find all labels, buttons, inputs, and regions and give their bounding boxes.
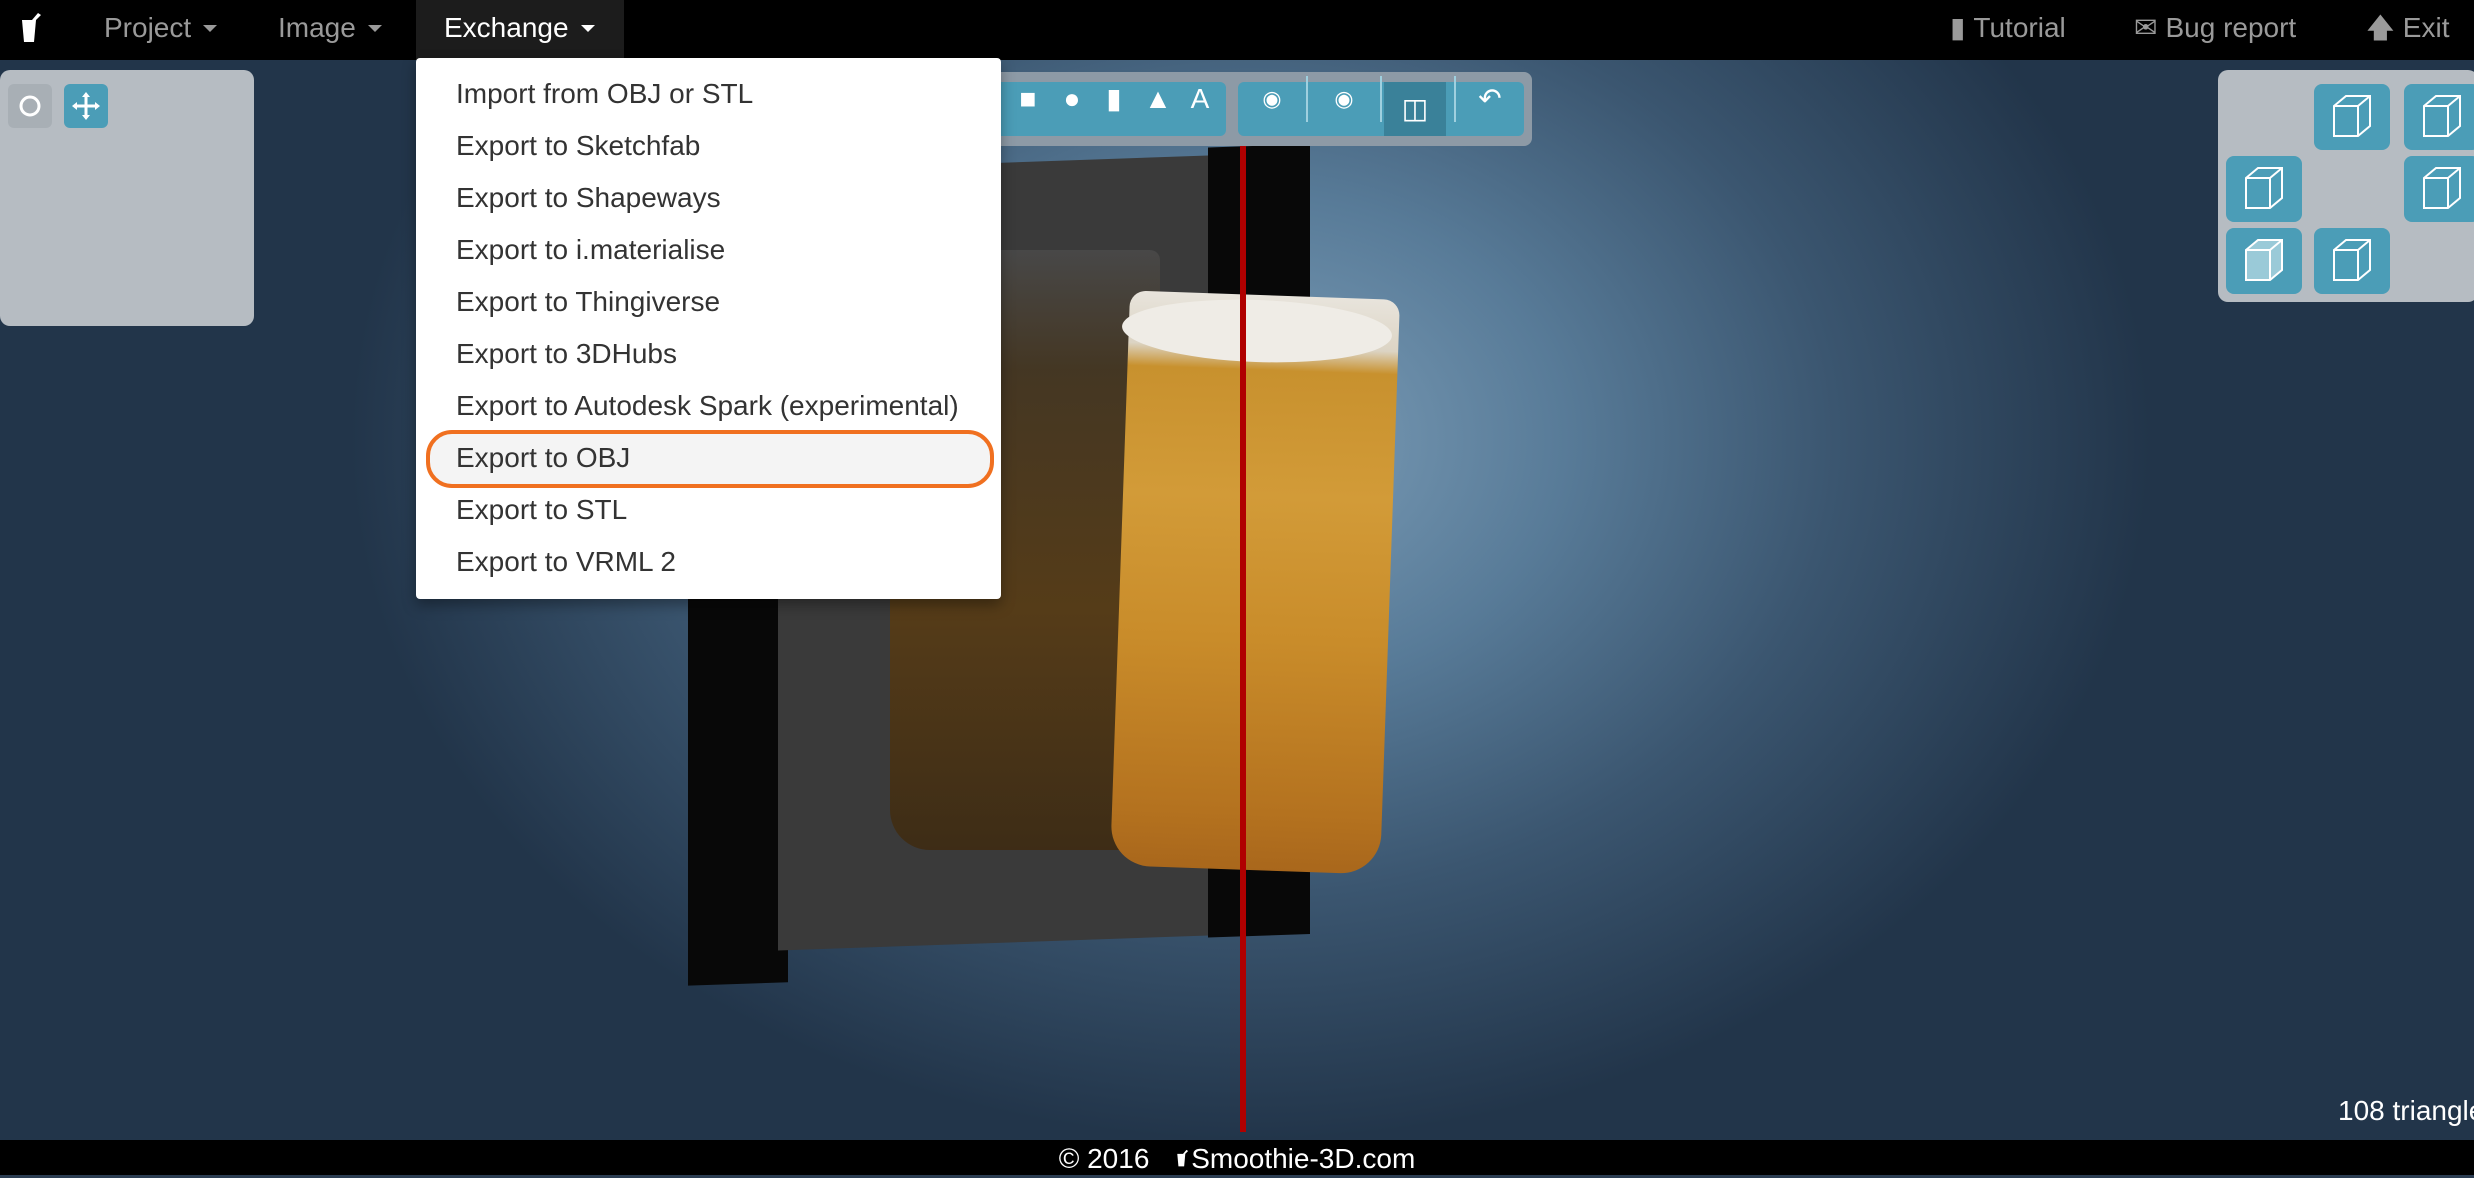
chevron-down-icon (203, 25, 218, 32)
menu-image-label: Image (278, 12, 356, 43)
tutorial-label: Tutorial (1973, 12, 2066, 43)
blob-tool[interactable]: ◉ (1252, 82, 1292, 116)
beer-glass-model[interactable] (1110, 290, 1400, 875)
view-left-button[interactable] (2226, 156, 2302, 222)
smoothie-cup-icon (1177, 1149, 1189, 1167)
rectangle-icon: ■ (1019, 83, 1037, 114)
triangle-count: 108 triangles (2338, 1095, 2474, 1126)
menu-exchange-label: Exchange (444, 12, 569, 43)
menu-item-export-obj[interactable]: Export to OBJ (456, 432, 630, 484)
rotate-tool[interactable]: ↶ (1470, 82, 1510, 116)
text-tool-label: A (1190, 83, 1210, 114)
cylinder-icon: ▮ (1106, 83, 1122, 114)
toolbar-divider (1454, 76, 1456, 122)
cube-corner-icon (2423, 95, 2461, 137)
symmetry-axis-line[interactable] (1240, 72, 1246, 1132)
mirror-icon: ◫ (1401, 93, 1429, 124)
view-top-right-button[interactable] (2404, 84, 2474, 150)
menu-exchange[interactable]: Exchange (416, 0, 624, 60)
cylinder-tool[interactable]: ▮ (1094, 82, 1134, 116)
cube-top-icon (2333, 95, 2371, 137)
footer-copyright: © 2016 (1058, 1143, 1150, 1174)
move-tool-button[interactable] (64, 84, 108, 128)
cube-bottom-icon (2333, 239, 2371, 281)
chevron-down-icon (367, 25, 382, 32)
menu-item-export-shapeways[interactable]: Export to Shapeways (456, 172, 721, 224)
arrow-up-icon: 🡅 (2366, 12, 2395, 43)
toolbar-divider (1380, 76, 1382, 122)
shape-toolbar: ■ ● ▮ ▲ A ◉ ◉ ◫ ↶ (970, 72, 1532, 146)
text-tool[interactable]: A (1180, 82, 1220, 116)
bug-report-label: Bug report (2165, 12, 2297, 43)
menu-image[interactable]: Image (256, 0, 404, 60)
bug-report-link[interactable]: ✉ Bug report (2134, 0, 2296, 60)
menu-item-export-stl[interactable]: Export to STL (456, 484, 627, 536)
view-cube-panel (2218, 70, 2474, 302)
blob-icon: ◉ (1262, 86, 1282, 111)
toolbar-divider (1306, 76, 1308, 122)
rectangle-tool[interactable]: ■ (1008, 82, 1048, 116)
view-right-button[interactable] (2404, 156, 2474, 222)
footer: © 2016 Smoothie-3D.com (0, 1140, 2474, 1175)
triangle-icon: ▲ (1144, 83, 1172, 114)
cube-left-icon (2245, 167, 2283, 209)
circle-tool[interactable]: ● (1052, 82, 1092, 116)
mirror-tool[interactable]: ◫ (1384, 82, 1446, 136)
menu-project[interactable]: Project (82, 0, 239, 60)
menu-item-export-imaterialise[interactable]: Export to i.materialise (456, 224, 725, 276)
circle-icon: ● (1063, 83, 1081, 114)
cube-front-icon (2245, 239, 2283, 281)
select-icon (19, 95, 41, 117)
top-navbar: Project Image Exchange ▮ Tutorial ✉ Bug re… (0, 0, 2474, 60)
view-front-button[interactable] (2226, 228, 2302, 294)
view-top-button[interactable] (2314, 84, 2390, 150)
envelope-icon: ✉ (2134, 12, 2158, 43)
menu-item-export-autodesk-spark[interactable]: Export to Autodesk Spark (experimental) (456, 380, 959, 432)
menu-project-label: Project (104, 12, 192, 43)
sphere-tool[interactable]: ◉ (1324, 82, 1364, 116)
sphere-icon: ◉ (1334, 86, 1354, 111)
cube-right-icon (2423, 167, 2461, 209)
menu-item-import-obj-stl[interactable]: Import from OBJ or STL (456, 68, 753, 120)
left-tool-panel (0, 70, 254, 326)
select-tool-button[interactable] (8, 84, 52, 128)
view-bottom-button[interactable] (2314, 228, 2390, 294)
menu-item-export-sketchfab[interactable]: Export to Sketchfab (456, 120, 700, 172)
exchange-dropdown-menu: Import from OBJ or STL Export to Sketchf… (416, 58, 1001, 599)
menu-item-export-3dhubs[interactable]: Export to 3DHubs (456, 328, 677, 380)
smoothie-cup-icon[interactable] (18, 12, 46, 46)
book-icon: ▮ (1950, 12, 1966, 43)
footer-site-label: Smoothie-3D.com (1191, 1143, 1416, 1174)
exit-link[interactable]: 🡅 Exit (2366, 0, 2449, 60)
footer-site-link[interactable]: Smoothie-3D.com (1175, 1140, 1415, 1178)
tutorial-link[interactable]: ▮ Tutorial (1950, 0, 2066, 60)
menu-item-export-thingiverse[interactable]: Export to Thingiverse (456, 276, 720, 328)
move-icon (72, 92, 100, 120)
menu-item-export-vrml2[interactable]: Export to VRML 2 (456, 536, 676, 588)
chevron-down-icon (580, 25, 595, 32)
rotate-icon: ↶ (1478, 83, 1502, 114)
triangle-tool[interactable]: ▲ (1138, 82, 1178, 116)
exit-label: Exit (2402, 12, 2450, 43)
